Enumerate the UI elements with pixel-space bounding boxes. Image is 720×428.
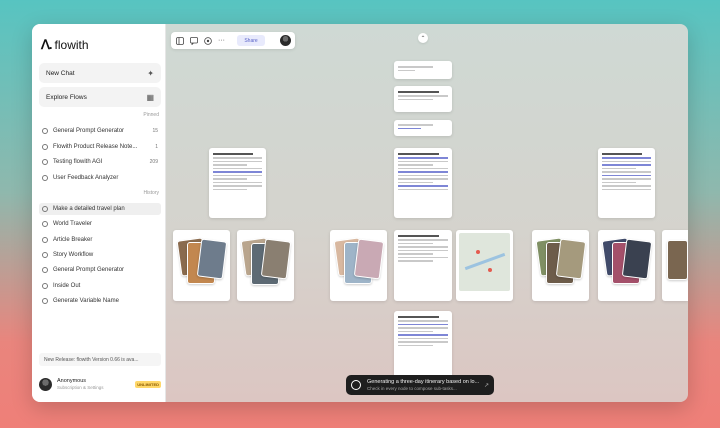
pinned-item[interactable]: Flowith Product Release Note... 1 [39, 141, 161, 153]
flow-icon [42, 237, 48, 243]
photo-node-card[interactable] [662, 230, 688, 301]
history-item[interactable]: Make a detailed travel plan [39, 203, 161, 215]
loading-ring-icon [351, 380, 361, 390]
sparkle-icon: ✦ [147, 68, 154, 78]
pinned-item-label: General Prompt Generator [53, 128, 125, 134]
flow-icon [42, 128, 48, 134]
history-item[interactable]: Article Breaker [39, 234, 161, 246]
history-item-label: Story Workflow [53, 252, 94, 258]
share-button[interactable]: Share [237, 35, 265, 46]
history-item-label: Generate Variable Name [53, 298, 119, 304]
history-section-label: History [143, 190, 159, 196]
flow-node-card[interactable] [394, 230, 452, 301]
history-item[interactable]: World Traveler [39, 218, 161, 230]
flow-icon [42, 221, 48, 227]
pinned-item-label: Flowith Product Release Note... [53, 144, 138, 150]
history-item[interactable]: Story Workflow [39, 249, 161, 261]
target-icon[interactable] [203, 36, 212, 45]
photo-node-card[interactable] [330, 230, 387, 301]
photo-node-card[interactable] [173, 230, 230, 301]
flow-icon [42, 298, 48, 304]
history-item-label: Make a detailed travel plan [53, 206, 125, 212]
avatar [39, 377, 52, 391]
sidebar: ᐱ. flowith New Chat ✦ Explore Flows ▦ Pi… [32, 24, 166, 402]
flow-node-card[interactable] [394, 86, 452, 112]
history-item-label: World Traveler [53, 221, 92, 227]
flow-icon [42, 267, 48, 273]
explore-flows-button[interactable]: Explore Flows ▦ [39, 87, 161, 107]
expand-icon[interactable]: ↗ [484, 382, 489, 389]
pinned-section-label: Pinned [143, 112, 159, 118]
flow-icon [42, 283, 48, 289]
toast-title: Generating a three-day itinerary based o… [367, 379, 480, 385]
new-chat-label: New Chat [46, 69, 75, 77]
flow-node-card[interactable] [598, 148, 655, 218]
chevron-up-icon[interactable]: ⌃ [418, 33, 428, 43]
pinned-item-label: Testing flowith AGI [53, 159, 103, 165]
pinned-item-count: 1 [155, 144, 158, 150]
flow-node-card[interactable] [209, 148, 266, 218]
flow-node-card[interactable] [394, 61, 452, 79]
history-item-label: General Prompt Generator [53, 267, 125, 273]
grid-icon: ▦ [146, 92, 154, 102]
app-name: flowith [54, 38, 89, 52]
history-item[interactable]: Generate Variable Name [39, 295, 161, 307]
pinned-item[interactable]: Testing flowith AGI 209 [39, 156, 161, 168]
flow-icon [42, 206, 48, 212]
flow-icon [42, 159, 48, 165]
flow-node-card[interactable] [394, 120, 452, 136]
flow-icon [42, 175, 48, 181]
history-item-label: Inside Out [53, 283, 81, 289]
layout-icon[interactable] [175, 36, 184, 45]
plan-badge: UNLIMITED [135, 380, 161, 388]
pinned-item-count: 15 [152, 128, 158, 134]
app-window: ᐱ. flowith New Chat ✦ Explore Flows ▦ Pi… [32, 24, 688, 402]
more-icon[interactable]: ··· [217, 36, 226, 45]
user-name: Anonymous [57, 378, 87, 384]
flow-node-card[interactable] [394, 148, 452, 218]
history-item[interactable]: General Prompt Generator [39, 264, 161, 276]
canvas-toolbar: ··· Share [171, 32, 295, 49]
avatar[interactable] [280, 35, 291, 46]
flow-node-card[interactable] [394, 311, 452, 381]
photo-node-card[interactable] [598, 230, 655, 301]
pinned-item-label: User Feedback Analyzer [53, 175, 119, 181]
release-banner[interactable]: New Release: flowith Version 0.66 is ava… [39, 353, 161, 366]
chat-icon[interactable] [189, 36, 198, 45]
pinned-item-count: 209 [149, 159, 158, 165]
photo-node-card[interactable] [237, 230, 294, 301]
map-node-card[interactable] [456, 230, 513, 301]
flow-icon [42, 252, 48, 258]
user-settings-link[interactable]: Subscription & Settings [57, 385, 104, 390]
user-profile[interactable]: Anonymous Subscription & Settings UNLIMI… [39, 375, 161, 393]
generation-status-toast: Generating a three-day itinerary based o… [346, 375, 494, 395]
toast-subtitle: Check in every node to compose sub-tasks… [367, 386, 457, 391]
pinned-item[interactable]: User Feedback Analyzer [39, 172, 161, 184]
photo-node-card[interactable] [532, 230, 589, 301]
logo-mark-icon: ᐱ. [41, 37, 52, 52]
history-item[interactable]: Inside Out [39, 280, 161, 292]
flow-icon [42, 144, 48, 150]
user-text: Anonymous Subscription & Settings [57, 378, 104, 390]
pinned-item[interactable]: General Prompt Generator 15 [39, 125, 161, 137]
history-item-label: Article Breaker [53, 237, 93, 243]
new-chat-button[interactable]: New Chat ✦ [39, 63, 161, 83]
explore-flows-label: Explore Flows [46, 93, 87, 101]
logo[interactable]: ᐱ. flowith [41, 37, 89, 52]
toast-text: Generating a three-day itinerary based o… [367, 379, 479, 391]
